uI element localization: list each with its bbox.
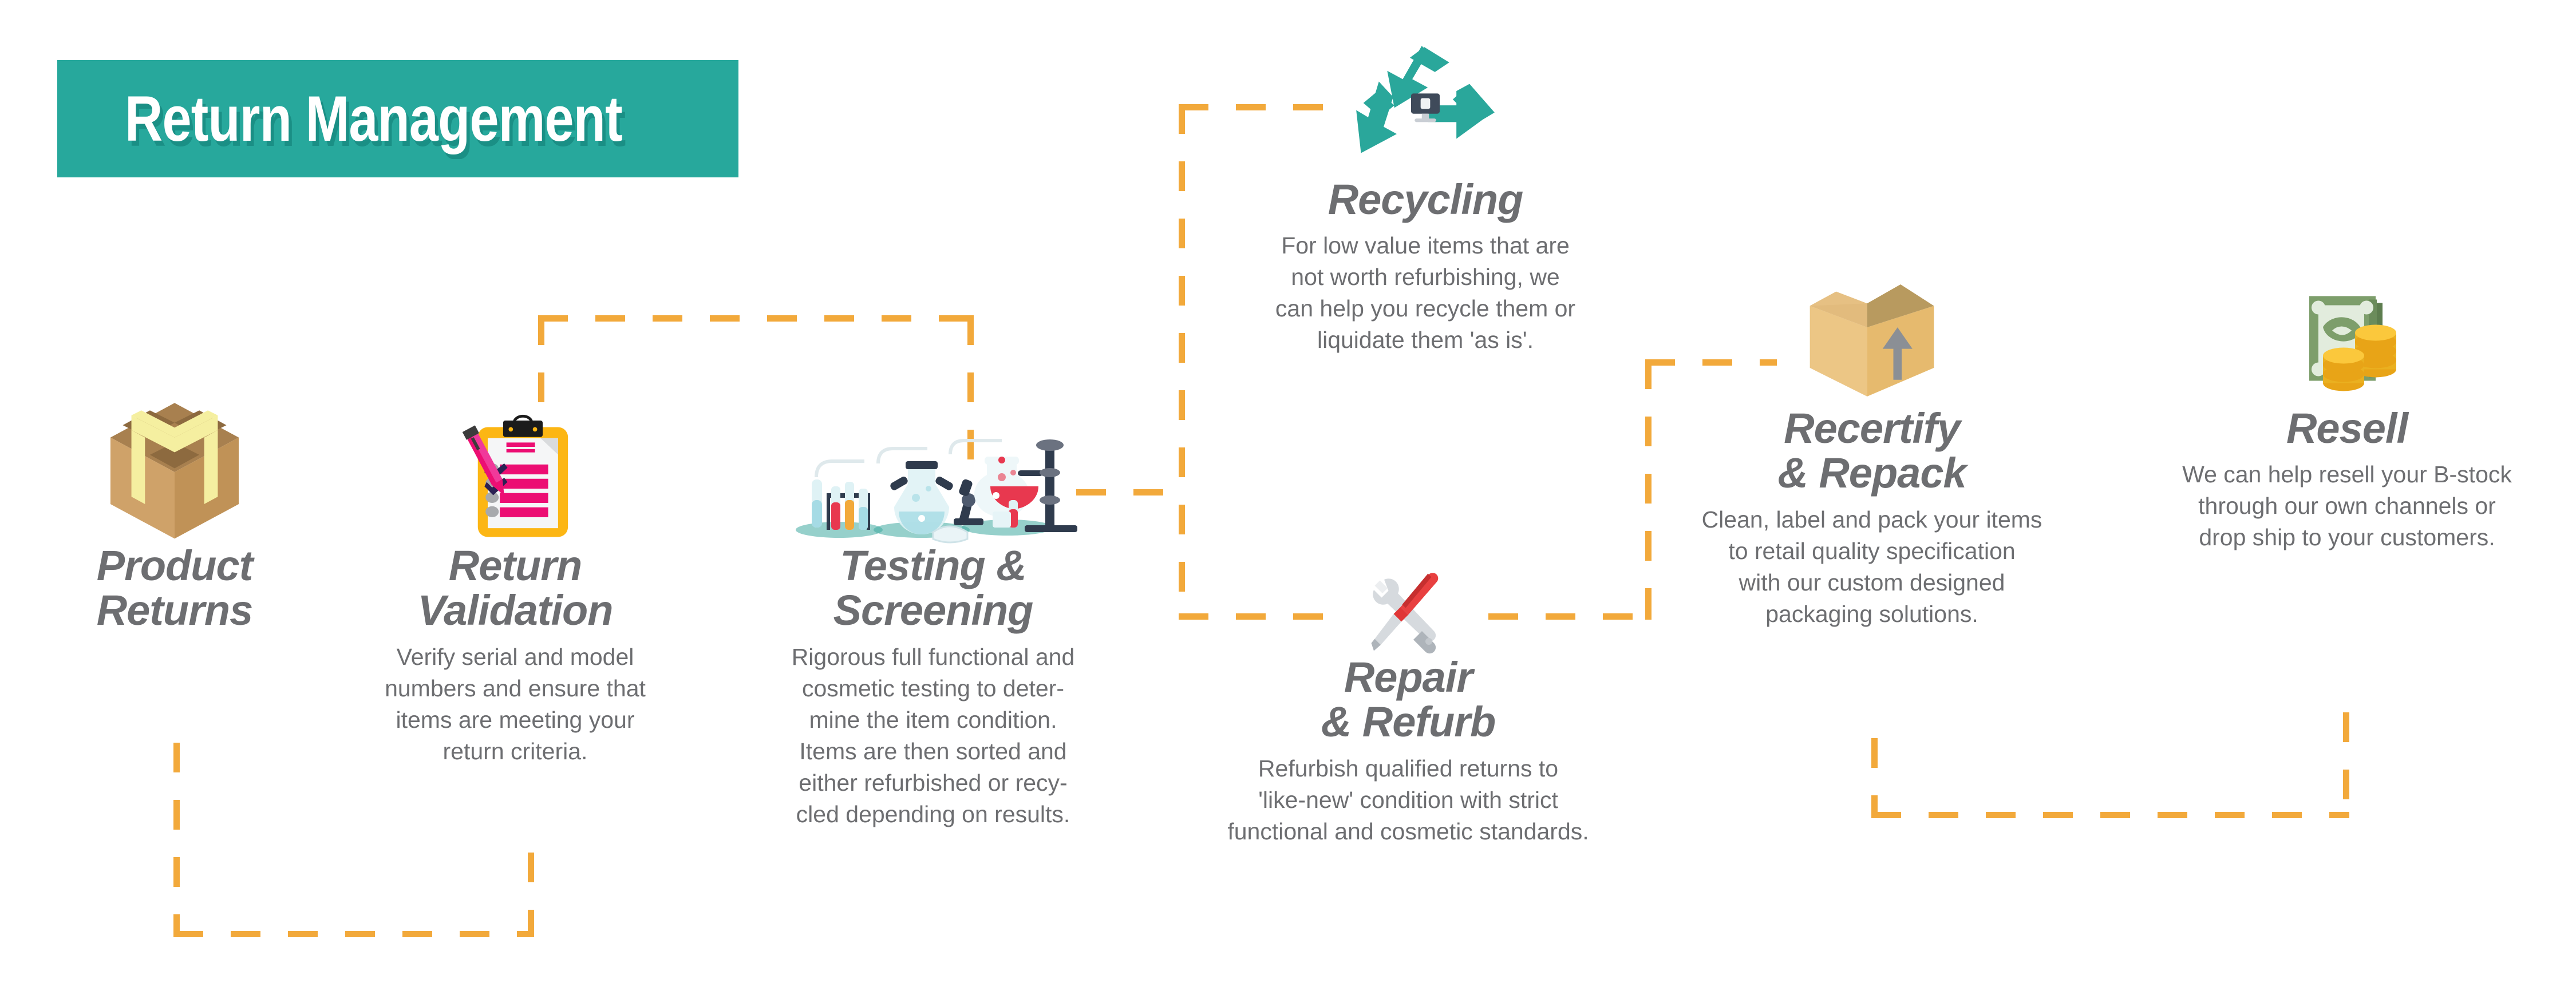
- connector-validation-testing-top: [538, 315, 973, 322]
- node-body: Clean, label and pack your items to reta…: [1701, 506, 2042, 627]
- connector-corner-bl-4: [1871, 812, 1878, 818]
- return-validation-icon-wrap: [355, 395, 675, 544]
- connector-recertify-resell-left: [1871, 738, 1878, 818]
- node-body: For low value items that are not worth r…: [1275, 232, 1576, 354]
- connector-returns-validation-right: [528, 853, 534, 937]
- connector-returns-validation-bottom: [173, 931, 534, 937]
- node-heading: Recycling: [1327, 176, 1524, 223]
- node-body: Verify serial and model numbers and ensu…: [385, 643, 646, 764]
- connector-branch-spine: [1179, 104, 1185, 619]
- node-testing-screening[interactable]: Testing & Screening Rigorous full functi…: [733, 389, 1133, 830]
- banknote-coins-icon: [2284, 289, 2410, 406]
- connector-corner-bl-1: [173, 931, 180, 937]
- connector-corner-bl-3: [1645, 613, 1652, 620]
- node-body: Refurbish qualified returns to 'like-new…: [1227, 755, 1589, 845]
- node-heading: Recertify & Repack: [1777, 405, 1966, 497]
- open-shipping-box-icon: [1800, 275, 1943, 406]
- recertify-icon-wrap: [1654, 257, 2089, 406]
- cardboard-box-with-ribbon-icon: [100, 401, 249, 544]
- connector-recertify-riser: [1645, 359, 1652, 620]
- product-returns-icon-wrap: [17, 395, 332, 544]
- connector-recertify-resell-right: [2343, 712, 2349, 818]
- node-heading: Resell: [2286, 405, 2408, 452]
- node-product-returns[interactable]: Product Returns: [17, 395, 332, 641]
- node-body: Rigorous full functional and cosmetic te…: [791, 643, 1075, 827]
- node-return-validation[interactable]: Return Validation Verify serial and mode…: [355, 395, 675, 767]
- connector-corner-tl-2: [1179, 104, 1185, 110]
- node-heading: Product Returns: [96, 542, 254, 635]
- connector-recertify-resell-bottom: [1871, 812, 2349, 818]
- laboratory-equipment-icon: [796, 429, 1077, 544]
- connector-returns-validation-left: [173, 743, 180, 937]
- node-repair-refurb[interactable]: Repair & Refurb Refurbish qualified retu…: [1191, 564, 1626, 847]
- node-recertify-repack[interactable]: Recertify & Repack Clean, label and pack…: [1654, 257, 2089, 630]
- title-banner: Return Management: [57, 60, 738, 177]
- wrench-screwdriver-icon: [1365, 569, 1451, 655]
- node-resell[interactable]: Resell We can help resell your B-stock t…: [2135, 269, 2559, 553]
- node-heading: Testing & Screening: [833, 542, 1034, 635]
- resell-icon-wrap: [2135, 269, 2559, 406]
- infographic-canvas: Return Management Product Returns Return…: [0, 0, 2576, 991]
- connector-corner-br-4: [2343, 812, 2349, 818]
- repair-icon-wrap: [1191, 564, 1626, 655]
- recycling-arrows-icon: [1354, 43, 1497, 177]
- testing-icon-wrap: [733, 389, 1133, 544]
- node-heading: Return Validation: [417, 542, 614, 635]
- node-heading: Repair & Refurb: [1321, 653, 1496, 746]
- page-title: Return Management: [125, 82, 623, 154]
- clipboard-checklist-icon: [455, 414, 575, 544]
- connector-corner-tl-3: [1645, 359, 1652, 366]
- recycling-icon-wrap: [1219, 34, 1631, 177]
- node-body: We can help resell your B-stock through …: [2182, 461, 2512, 551]
- node-recycling[interactable]: Recycling For low value items that are n…: [1219, 34, 1631, 356]
- connector-corner-bl-2: [1179, 613, 1185, 620]
